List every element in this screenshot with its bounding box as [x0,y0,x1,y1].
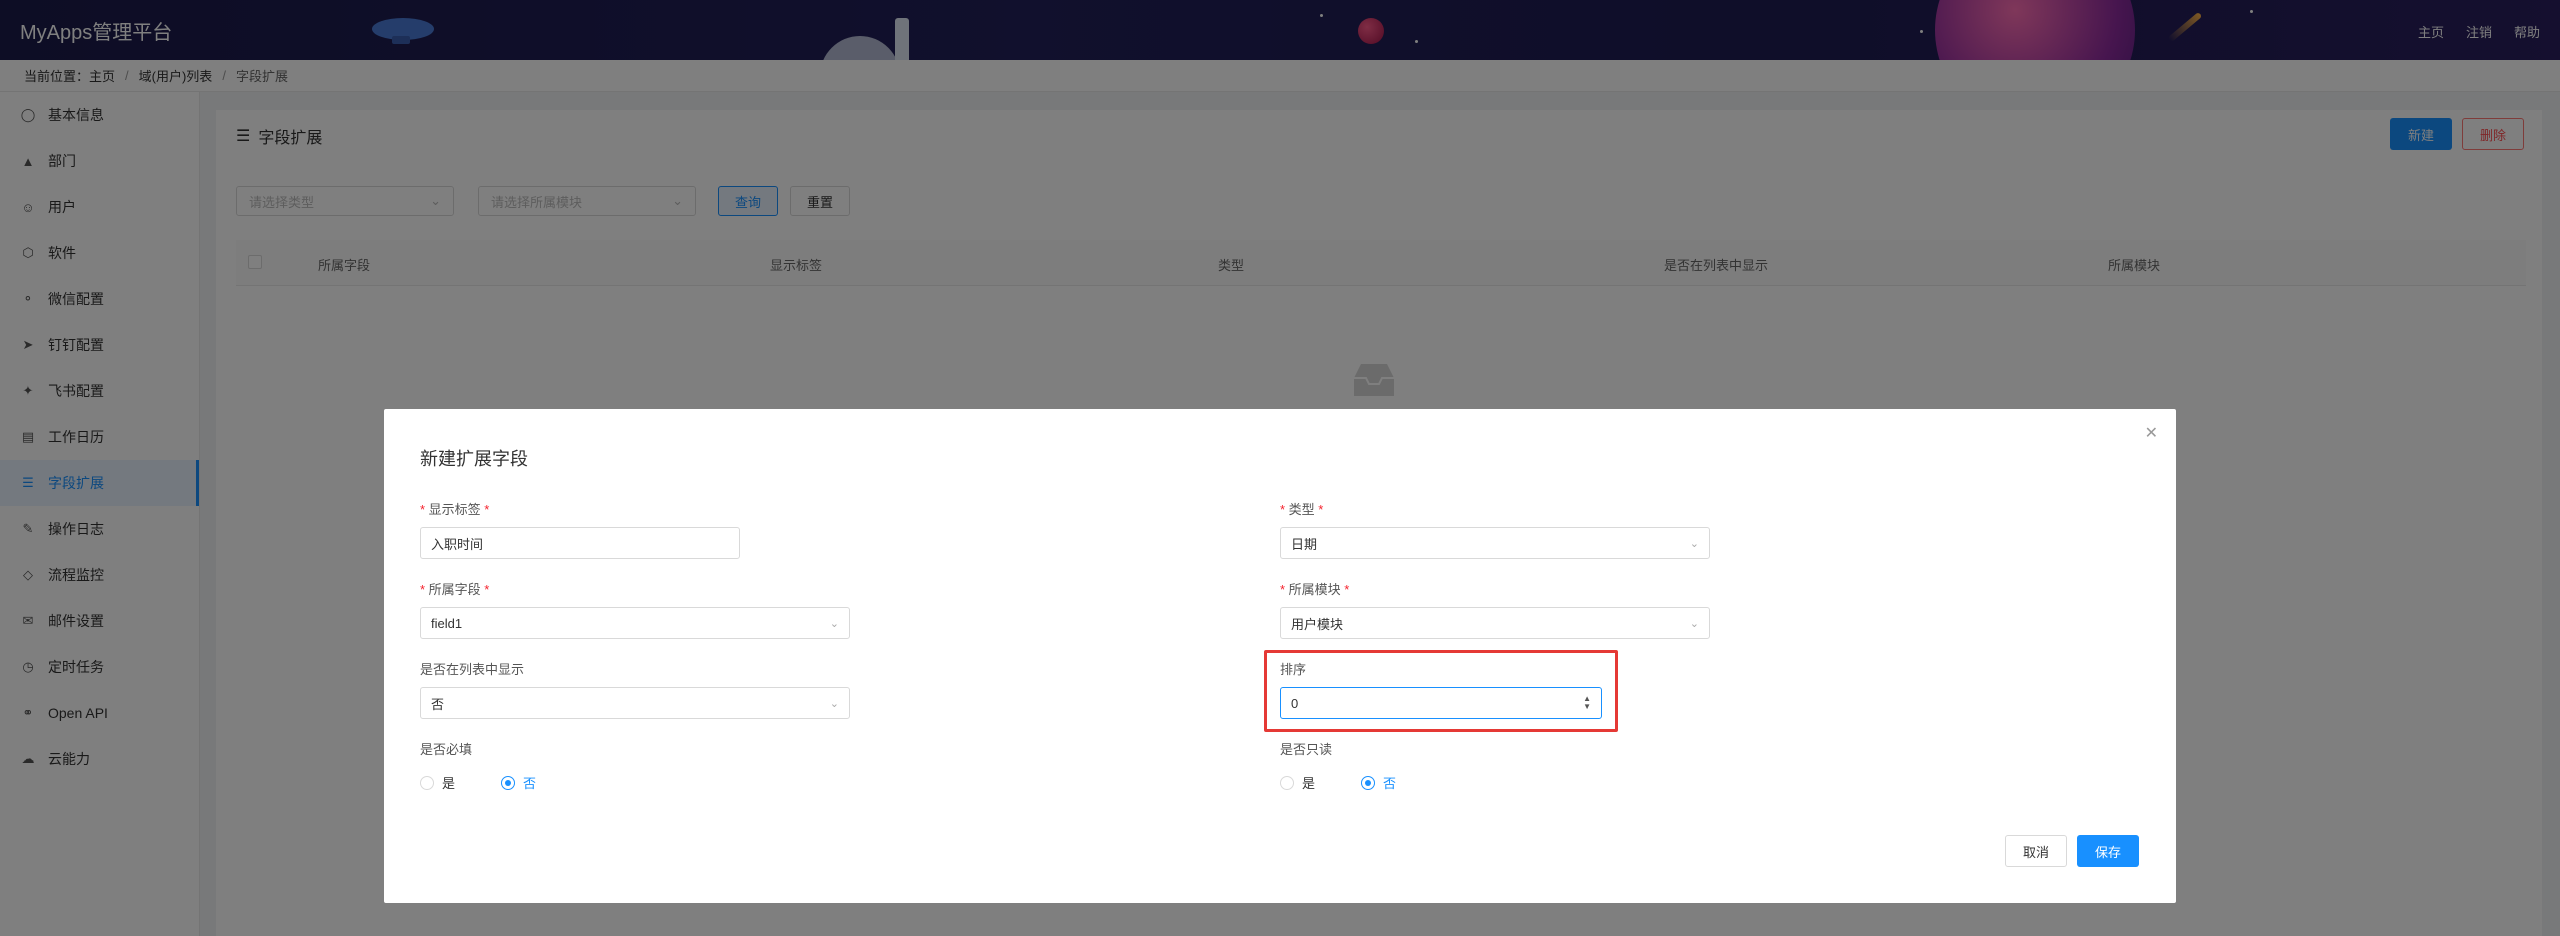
field-select[interactable]: field1 ⌄ [420,607,850,639]
show-in-list-label: 是否在列表中显示 [420,662,525,677]
readonly-label: 是否只读 [1280,742,1333,757]
module-label: * 所属模块 * [1280,582,1350,597]
dialog-title: 新建扩展字段 [420,449,528,469]
radio-icon [420,775,434,790]
readonly-radio-group: 是 否 [1280,773,1432,792]
readonly-option-no[interactable]: 否 [1361,773,1396,792]
radio-checked-icon [1361,775,1376,790]
type-select[interactable]: 日期 ⌄ [1280,527,1710,559]
required-label: 是否必填 [420,742,473,757]
close-icon[interactable]: ✕ [2145,423,2158,443]
required-option-yes[interactable]: 是 [420,773,455,792]
readonly-option-yes[interactable]: 是 [1280,773,1315,792]
field-label: * 所属字段 * [420,582,490,597]
chevron-down-icon: ⌄ [1689,617,1699,630]
show-in-list-select[interactable]: 否 ⌄ [420,687,850,719]
chevron-down-icon: ⌄ [829,617,839,630]
type-label: * 类型 * [1280,502,1324,517]
chevron-down-icon: ⌄ [829,697,839,710]
chevron-down-icon: ⌄ [1689,537,1699,550]
save-button[interactable]: 保存 [2077,835,2139,867]
display-label-input[interactable]: 入职时间 [420,527,740,559]
radio-icon [1280,775,1294,790]
highlight-box [1264,650,1618,732]
radio-checked-icon [501,775,516,790]
required-option-no[interactable]: 否 [501,773,536,792]
display-label-label: * 显示标签 * [420,502,490,517]
cancel-button[interactable]: 取消 [2005,835,2067,867]
module-select[interactable]: 用户模块 ⌄ [1280,607,1710,639]
required-radio-group: 是 否 [420,773,572,792]
